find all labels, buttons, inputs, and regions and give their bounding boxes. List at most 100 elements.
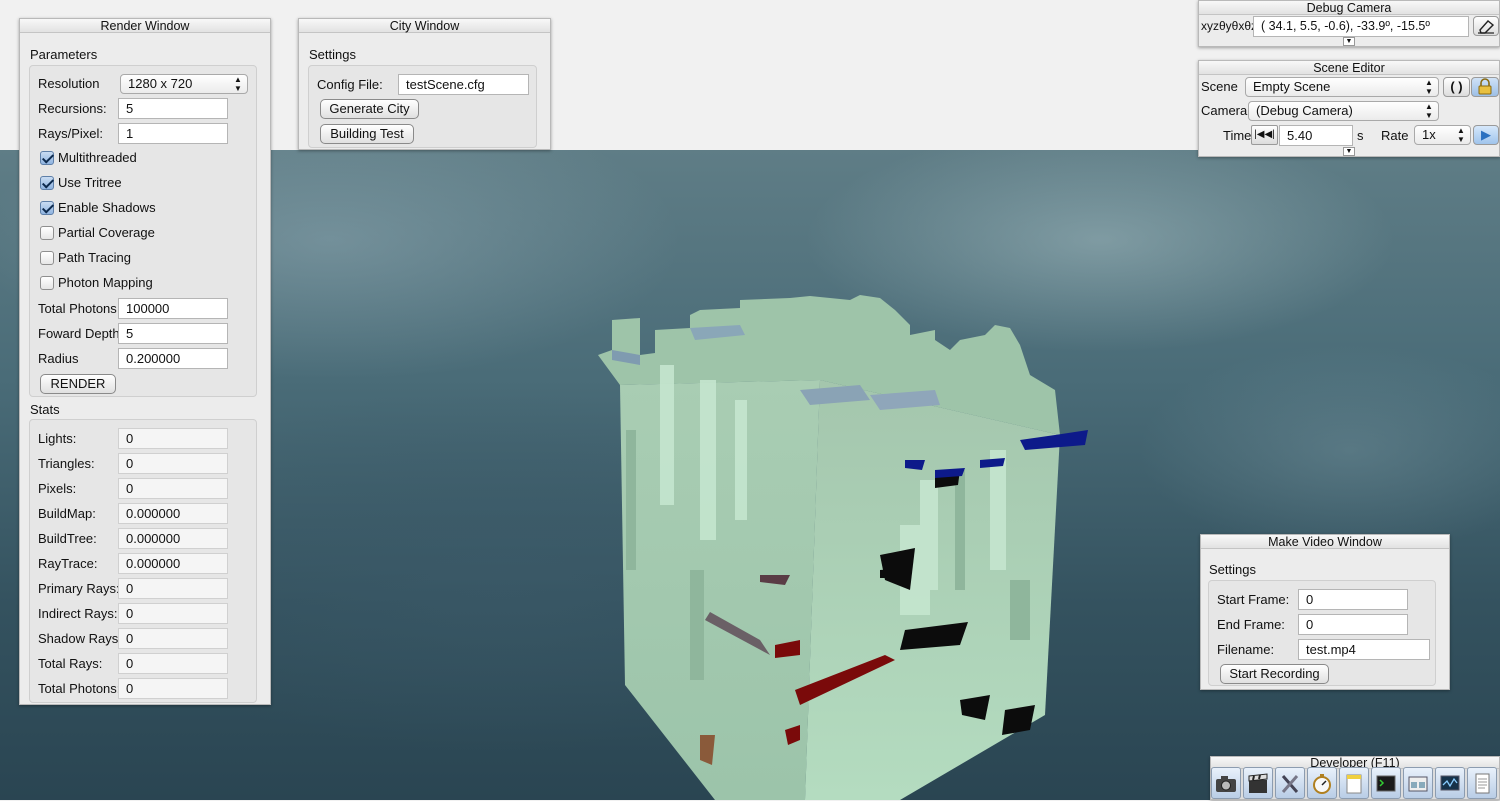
start-frame-label: Start Frame: [1217,592,1290,607]
document-icon[interactable] [1467,767,1497,799]
total-photons-input[interactable]: 100000 [118,298,228,319]
stat-value: 0.000000 [118,503,228,524]
windows-icon[interactable] [1403,767,1433,799]
collapse-arrow-icon[interactable]: ▼ [1343,37,1355,46]
city-window: City Window Settings Config File: testSc… [298,18,551,150]
stat-label: Lights: [38,431,77,446]
foward-depth-input[interactable]: 5 [118,323,228,344]
total-photons-label: Total Photons [38,301,117,316]
multithreaded-label: Multithreaded [58,150,137,165]
stat-label: Shadow Rays: [38,631,122,646]
stat-value: 0.000000 [118,553,228,574]
camera-label: Camera [1201,103,1248,118]
lock-icon [1478,78,1492,95]
rays-per-pixel-input[interactable]: 1 [118,123,228,144]
resolution-value: 1280 x 720 [128,76,193,91]
camera-coords-input[interactable]: ( 34.1, 5.5, -0.6), -33.9º, -15.5º [1253,16,1469,37]
start-recording-button[interactable]: Start Recording [1220,664,1329,684]
foward-depth-label: Foward Depth [38,326,120,341]
stat-label: Total Rays: [38,656,103,671]
notepad-icon[interactable] [1339,767,1369,799]
reload-scene-button[interactable]: ( ) [1443,77,1470,97]
stat-value: 0.000000 [118,528,228,549]
end-frame-label: End Frame: [1217,617,1285,632]
resolution-label: Resolution [38,76,100,91]
scene-editor-title[interactable]: Scene Editor [1199,61,1499,75]
rate-select[interactable]: 1x ▲ ▼ [1414,125,1471,145]
eraser-button[interactable] [1473,16,1499,36]
photon-mapping-label: Photon Mapping [58,275,153,290]
render-window: Render Window Parameters Resolution 1280… [19,18,271,705]
camera-value: (Debug Camera) [1256,103,1353,118]
stat-value: 0 [118,478,228,499]
radius-input[interactable]: 0.200000 [118,348,228,369]
config-file-label: Config File: [317,77,383,92]
rate-value: 1x [1422,127,1436,142]
camera-select[interactable]: (Debug Camera) ▲ ▼ [1248,101,1439,121]
use-tritree-checkbox[interactable] [40,176,54,190]
stat-value: 0 [118,678,228,699]
time-input[interactable]: 5.40 [1279,125,1353,146]
rewind-icon: |◀◀| [1254,129,1275,140]
render-button[interactable]: RENDER [40,374,116,394]
stopwatch-icon[interactable] [1307,767,1337,799]
enable-shadows-label: Enable Shadows [58,200,156,215]
stat-label: Primary Rays: [38,581,120,596]
photon-mapping-checkbox[interactable] [40,276,54,290]
monitor-graph-icon[interactable] [1435,767,1465,799]
updown-arrows-icon: ▲ ▼ [1457,126,1465,144]
stat-label: Pixels: [38,481,77,496]
debug-camera-title[interactable]: Debug Camera [1199,1,1499,15]
stat-label: Total Photons: [38,681,121,696]
city-window-title[interactable]: City Window [299,19,550,33]
scene-select[interactable]: Empty Scene ▲ ▼ [1245,77,1439,97]
terminal-icon[interactable] [1371,767,1401,799]
partial-coverage-checkbox[interactable] [40,226,54,240]
play-icon: ▶ [1481,127,1491,142]
resolution-select[interactable]: 1280 x 720 ▲ ▼ [120,74,248,94]
filename-label: Filename: [1217,642,1275,657]
tools-icon[interactable] [1275,767,1305,799]
updown-arrows-icon: ▲ ▼ [1425,102,1433,120]
updown-arrows-icon: ▲ ▼ [1425,78,1433,96]
city-settings-title: Settings [309,47,356,62]
time-unit-label: s [1357,128,1364,143]
reload-icon: ( ) [1450,79,1463,94]
stats-title: Stats [30,402,60,417]
stat-label: Indirect Rays: [38,606,118,621]
lock-button[interactable] [1471,77,1499,97]
camera-coords-label: xyzθyθxθz [1201,19,1258,33]
make-video-title[interactable]: Make Video Window [1201,535,1449,549]
multithreaded-checkbox[interactable] [40,151,54,165]
clapperboard-icon[interactable] [1243,767,1273,799]
generate-city-button[interactable]: Generate City [320,99,419,119]
path-tracing-checkbox[interactable] [40,251,54,265]
stat-value: 0 [118,578,228,599]
start-frame-input[interactable]: 0 [1298,589,1408,610]
building-test-button[interactable]: Building Test [320,124,414,144]
stat-label: Triangles: [38,456,95,471]
recursions-label: Recursions: [38,101,107,116]
scene-value: Empty Scene [1253,79,1331,94]
debug-camera-window: Debug Camera xyzθyθxθz ( 34.1, 5.5, -0.6… [1198,0,1500,47]
radius-label: Radius [38,351,79,366]
make-video-window: Make Video Window Settings Start Frame: … [1200,534,1450,690]
play-button[interactable]: ▶ [1473,125,1499,145]
stat-value: 0 [118,653,228,674]
config-file-input[interactable]: testScene.cfg [398,74,529,95]
video-settings-title: Settings [1209,562,1256,577]
filename-input[interactable]: test.mp4 [1298,639,1430,660]
path-tracing-label: Path Tracing [58,250,131,265]
enable-shadows-checkbox[interactable] [40,201,54,215]
eraser-icon [1478,20,1495,34]
time-label: Time [1223,128,1252,143]
stat-value: 0 [118,453,228,474]
stat-value: 0 [118,428,228,449]
rewind-button[interactable]: |◀◀| [1251,125,1278,145]
end-frame-input[interactable]: 0 [1298,614,1408,635]
collapse-arrow-icon[interactable]: ▼ [1343,147,1355,156]
camera-icon[interactable] [1211,767,1241,799]
parameters-title: Parameters [30,47,98,62]
render-window-title[interactable]: Render Window [20,19,270,33]
recursions-input[interactable]: 5 [118,98,228,119]
